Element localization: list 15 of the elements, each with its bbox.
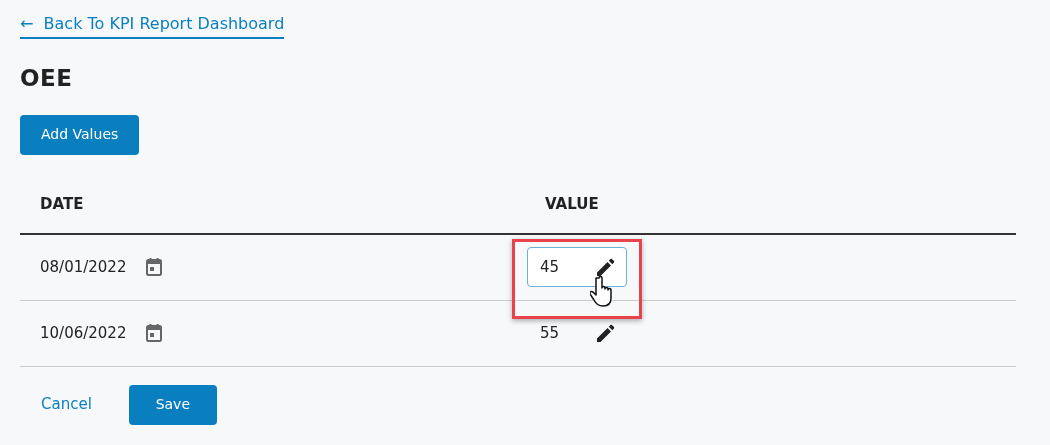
pencil-icon[interactable] <box>595 322 617 345</box>
add-values-button[interactable]: Add Values <box>20 114 140 155</box>
pencil-icon[interactable] <box>595 256 617 279</box>
calendar-icon[interactable] <box>146 324 163 343</box>
column-header: DATE <box>40 193 84 215</box>
page-title: OEE <box>20 65 74 93</box>
value-cell-text: 55 <box>539 322 561 344</box>
date-cell-text: 10/06/2022 <box>40 322 127 344</box>
value-input[interactable]: 45 <box>527 247 627 288</box>
column-header: VALUE <box>545 193 599 215</box>
cancel-link[interactable]: Cancel <box>41 393 92 416</box>
back-link[interactable]: ← Back To KPI Report Dashboard <box>20 12 285 39</box>
calendar-icon[interactable] <box>146 258 163 277</box>
save-button[interactable]: Save <box>128 384 217 425</box>
date-cell-text: 08/01/2022 <box>40 256 127 278</box>
